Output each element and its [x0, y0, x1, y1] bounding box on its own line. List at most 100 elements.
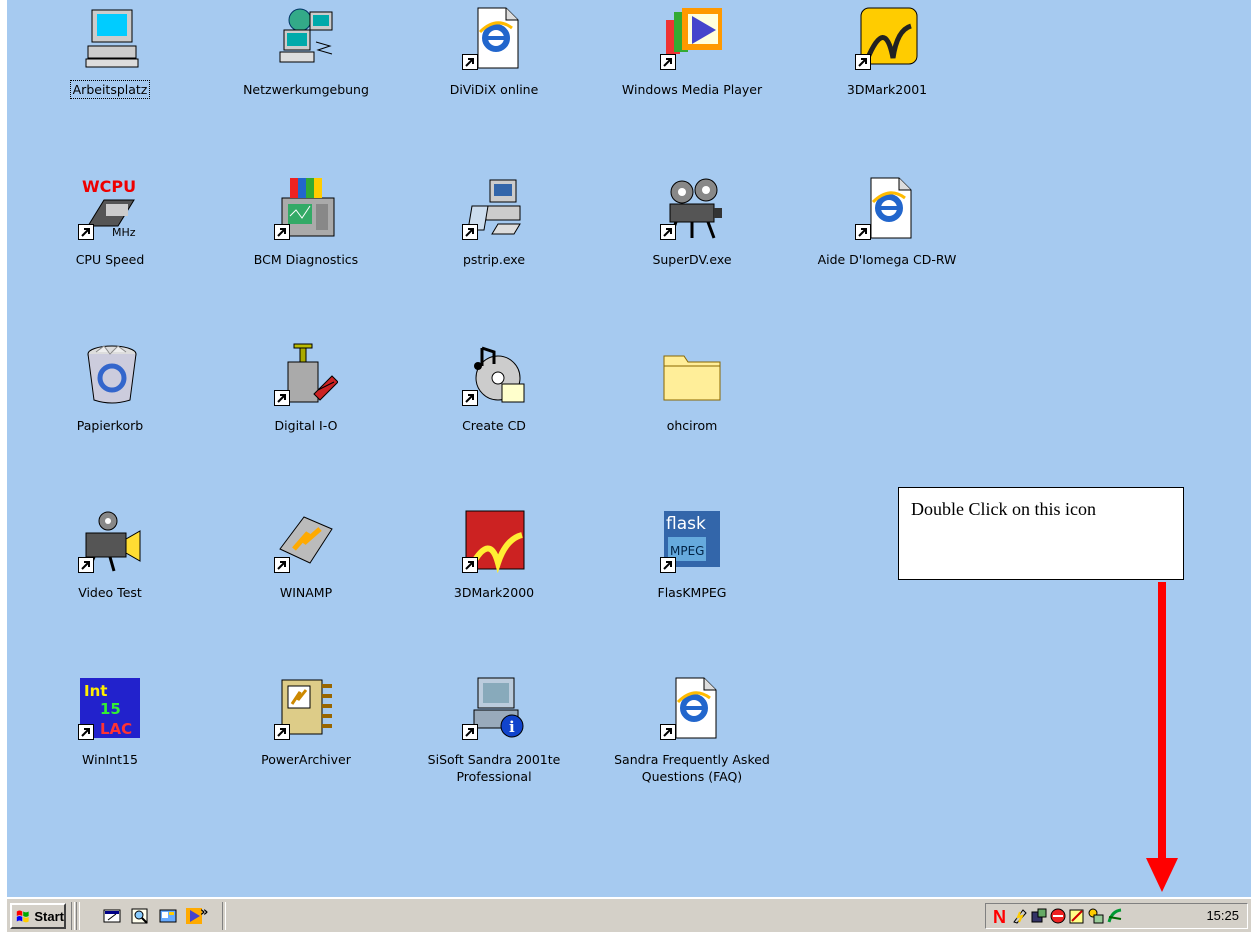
- shortcut-arrow-icon: [660, 724, 676, 740]
- film-projector-icon[interactable]: [660, 176, 724, 240]
- shortcut-arrow-icon: [462, 557, 478, 573]
- norton-n-icon[interactable]: N: [992, 907, 1010, 927]
- svg-text:N: N: [993, 907, 1006, 925]
- video-camera-icon[interactable]: [78, 509, 142, 573]
- desktop-icon[interactable]: Digital I-O: [211, 336, 401, 466]
- desktop-icon-label: WinInt15: [82, 752, 138, 767]
- winamp-bolt-icon[interactable]: [274, 509, 338, 573]
- shortcut-arrow-icon: [462, 54, 478, 70]
- media-player-icon[interactable]: [660, 6, 724, 70]
- callout-arrow-line: [1158, 582, 1166, 862]
- quicklaunch-chevron[interactable]: »: [200, 905, 208, 920]
- sandra-computer-info-icon[interactable]: i: [462, 676, 526, 740]
- desktop-icon[interactable]: pstrip.exe: [399, 170, 589, 300]
- desktop-icon[interactable]: 3DMark2001: [792, 0, 982, 130]
- desktop-icon-label: ohcirom: [666, 418, 718, 433]
- svg-text:MHz: MHz: [112, 226, 136, 239]
- internet-explorer-document-icon[interactable]: [855, 176, 919, 240]
- taskbar: Start » N 15:25: [7, 897, 1251, 932]
- winint15-icon[interactable]: Int 15 LAC: [78, 676, 142, 740]
- svg-text:WCPU: WCPU: [82, 177, 136, 196]
- dynamite-plunger-icon[interactable]: [274, 342, 338, 406]
- internet-explorer-document-icon[interactable]: [660, 676, 724, 740]
- taskbar-separator: [222, 902, 226, 930]
- 3dmark2001-icon[interactable]: [855, 6, 919, 70]
- svg-text:flask: flask: [666, 514, 706, 534]
- internet-explorer-document-icon[interactable]: [462, 6, 526, 70]
- instruction-callout: Double Click on this icon: [898, 487, 1184, 580]
- shortcut-arrow-icon: [78, 224, 94, 240]
- shortcut-arrow-icon: [462, 724, 478, 740]
- desktop-icon[interactable]: PowerArchiver: [211, 670, 401, 800]
- desktop-icon[interactable]: Int 15 LAC WinInt15: [15, 670, 205, 800]
- search-icon[interactable]: [130, 906, 150, 926]
- desktop-icon-label: BCM Diagnostics: [253, 252, 359, 267]
- desktop-icon-label: Aide D'Iomega CD-RW: [817, 252, 957, 267]
- display-icon[interactable]: [1087, 907, 1105, 925]
- desktop-icon-label: Video Test: [78, 585, 142, 600]
- desktop-icon-label: Netzwerkumgebung: [243, 82, 369, 97]
- desktop-icon[interactable]: Create CD: [399, 336, 589, 466]
- notepad-icon[interactable]: [1068, 907, 1086, 925]
- show-desktop-icon[interactable]: [102, 906, 122, 926]
- desktop-icon[interactable]: i SiSoft Sandra 2001te Professional: [399, 670, 589, 800]
- svg-text:LAC: LAC: [100, 720, 132, 738]
- powerarchiver-icon[interactable]: [274, 676, 338, 740]
- recycle-bin-icon[interactable]: [78, 342, 142, 406]
- desktop-icon[interactable]: flask MPEG FlasKMPEG: [597, 503, 787, 633]
- network-neighborhood-icon[interactable]: [274, 6, 338, 70]
- desktop-icon[interactable]: WINAMP: [211, 503, 401, 633]
- desktop-icon[interactable]: ohcirom: [597, 336, 787, 466]
- my-computer-icon[interactable]: [78, 6, 142, 70]
- desktop-icon-label: pstrip.exe: [462, 252, 526, 267]
- desktop-icon[interactable]: DiViDiX online: [399, 0, 589, 130]
- desktop-icon[interactable]: Arbeitsplatz: [15, 0, 205, 130]
- cd-music-icon[interactable]: [462, 342, 526, 406]
- channels-icon[interactable]: [158, 906, 178, 926]
- desktop-icon[interactable]: Sandra Frequently Asked Questions (FAQ): [597, 670, 787, 800]
- clock[interactable]: 15:25: [1206, 908, 1239, 923]
- network-icon[interactable]: [1030, 907, 1048, 925]
- desktop-icon[interactable]: Netzwerkumgebung: [211, 0, 401, 130]
- shortcut-arrow-icon: [660, 54, 676, 70]
- wcpu-icon[interactable]: WCPU MHz: [78, 176, 142, 240]
- desktop-icon-label: DiViDiX online: [449, 82, 539, 97]
- flask-mpeg-icon[interactable]: flask MPEG: [660, 509, 724, 573]
- start-button[interactable]: Start: [10, 903, 66, 929]
- pstrip-computer-icon[interactable]: [462, 176, 526, 240]
- shortcut-arrow-icon: [78, 724, 94, 740]
- desktop-icon-label: Windows Media Player: [621, 82, 763, 97]
- desktop[interactable]: Arbeitsplatz Netzwerkumgebung DiViDiX onli…: [7, 0, 1251, 897]
- desktop-icon[interactable]: Papierkorb: [15, 336, 205, 466]
- antivirus-icon[interactable]: [1049, 907, 1067, 925]
- shortcut-arrow-icon: [660, 557, 676, 573]
- desktop-icon[interactable]: 3DMark2000: [399, 503, 589, 633]
- desktop-icon[interactable]: Windows Media Player: [597, 0, 787, 130]
- shortcut-arrow-icon: [274, 390, 290, 406]
- folder-icon[interactable]: [660, 342, 724, 406]
- svg-text:MPEG: MPEG: [670, 544, 704, 558]
- desktop-icon[interactable]: SuperDV.exe: [597, 170, 787, 300]
- desktop-icon-label: CPU Speed: [75, 252, 145, 267]
- desktop-icon[interactable]: BCM Diagnostics: [211, 170, 401, 300]
- power-icon[interactable]: [1011, 907, 1029, 925]
- taskbar-separator: [71, 902, 75, 930]
- start-label: Start: [34, 908, 64, 924]
- desktop-icon-label: FlasKMPEG: [657, 585, 727, 600]
- windows-flag-icon: [16, 910, 29, 923]
- shortcut-arrow-icon: [855, 54, 871, 70]
- svg-text:15: 15: [100, 700, 121, 718]
- callout-text: Double Click on this icon: [911, 499, 1096, 519]
- desktop-icon[interactable]: Video Test: [15, 503, 205, 633]
- shortcut-arrow-icon: [462, 224, 478, 240]
- bcm-diagnostics-icon[interactable]: [274, 176, 338, 240]
- 3dmark2000-icon[interactable]: [462, 509, 526, 573]
- desktop-icon-label: 3DMark2001: [846, 82, 928, 97]
- desktop-icon[interactable]: Aide D'Iomega CD-RW: [792, 170, 982, 300]
- desktop-icon-label: PowerArchiver: [261, 752, 351, 767]
- desktop-icon[interactable]: WCPU MHz CPU Speed: [15, 170, 205, 300]
- system-tray: N 15:25: [985, 903, 1248, 929]
- shortcut-arrow-icon: [78, 557, 94, 573]
- sisoft-sandra-tray-icon[interactable]: [1106, 907, 1124, 925]
- shortcut-arrow-icon: [660, 224, 676, 240]
